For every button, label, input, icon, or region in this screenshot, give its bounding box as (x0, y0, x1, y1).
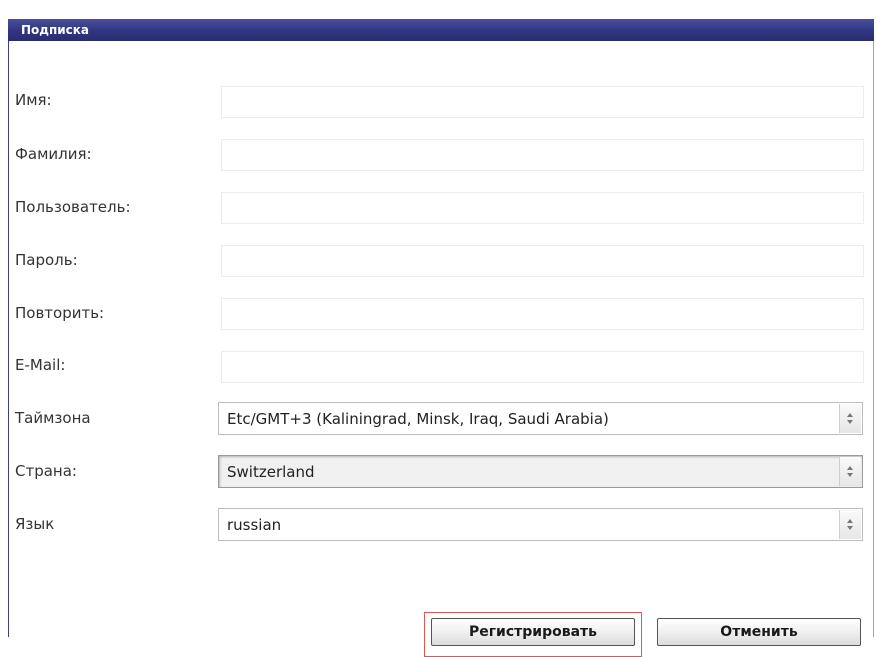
cancel-button[interactable]: Отменить (657, 618, 861, 646)
language-value: russian (227, 516, 282, 534)
timezone-label: Таймзона (15, 409, 91, 427)
country-spinner-icon[interactable] (839, 457, 861, 486)
username-input[interactable] (221, 192, 864, 224)
first-name-label: Имя: (15, 91, 52, 109)
country-select[interactable]: Switzerland (218, 455, 863, 488)
language-label: Язык (15, 515, 55, 533)
panel-titlebar: Подписка (8, 19, 874, 41)
country-label: Страна: (15, 462, 77, 480)
last-name-input[interactable] (221, 139, 864, 171)
language-select[interactable]: russian (218, 508, 863, 541)
country-value: Switzerland (227, 463, 315, 481)
first-name-input[interactable] (221, 86, 864, 118)
timezone-spinner-icon[interactable] (839, 404, 861, 433)
repeat-password-input[interactable] (221, 298, 864, 330)
email-label: E-Mail: (15, 356, 66, 374)
username-label: Пользователь: (15, 198, 131, 216)
timezone-select[interactable]: Etc/GMT+3 (Kaliningrad, Minsk, Iraq, Sau… (218, 402, 863, 435)
repeat-password-label: Повторить: (15, 304, 105, 322)
email-input[interactable] (221, 351, 864, 383)
password-label: Пароль: (15, 251, 78, 269)
password-input[interactable] (221, 245, 864, 277)
timezone-value: Etc/GMT+3 (Kaliningrad, Minsk, Iraq, Sau… (227, 410, 609, 428)
panel-title: Подписка (21, 23, 90, 37)
register-button[interactable]: Регистрировать (431, 618, 635, 646)
language-spinner-icon[interactable] (839, 510, 861, 539)
last-name-label: Фамилия: (15, 145, 92, 163)
